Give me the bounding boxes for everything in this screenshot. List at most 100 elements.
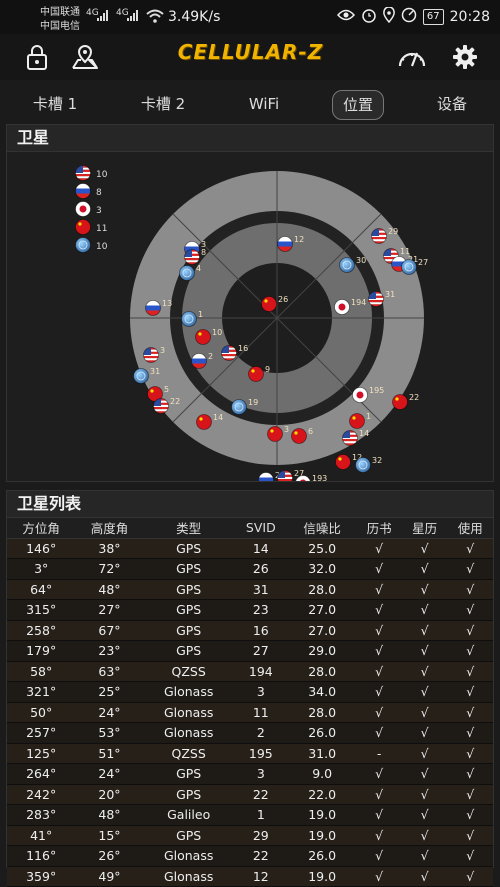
column-ephemeris: 星历 xyxy=(401,518,448,539)
legend-item-gps: 10 xyxy=(75,165,108,181)
russia-flag-icon xyxy=(277,236,293,252)
table-row[interactable]: 146° 38° GPS 14 25.0 √ √ √ xyxy=(7,538,493,559)
china-flag-icon xyxy=(261,296,277,312)
table-row[interactable]: 58° 63° QZSS 194 28.0 √ √ √ xyxy=(7,661,493,682)
satellite-svid-label: 195 xyxy=(369,386,384,395)
satellite-sky-panel: 卫星 10 8 3 11 10 29 194 31 12 26 30 11 21 27 3 8 4 13 1 10 2… xyxy=(6,124,494,491)
us-flag-icon xyxy=(75,165,91,181)
battery-indicator: 67 xyxy=(422,9,444,25)
cell-type: Glonass xyxy=(143,845,234,867)
satellite-svid-label: 9 xyxy=(265,365,270,374)
cell-ephemeris: √ xyxy=(401,866,448,887)
satellite-marker[interactable]: 2 xyxy=(258,471,281,488)
legend-count: 11 xyxy=(96,224,107,234)
us-flag-icon xyxy=(342,430,358,446)
tab-sim-slot-1[interactable]: 卡槽 1 xyxy=(28,90,82,118)
satellite-marker[interactable]: 32 xyxy=(355,456,383,473)
satellite-marker[interactable]: 22 xyxy=(392,393,420,410)
table-row[interactable]: 64° 48° GPS 31 28.0 √ √ √ xyxy=(7,579,493,600)
cell-svid: 11 xyxy=(233,702,288,723)
satellite-svid-label: 26 xyxy=(278,295,288,304)
cell-used: √ xyxy=(447,558,493,580)
table-row[interactable]: 50° 24° Glonass 11 28.0 √ √ √ xyxy=(7,702,493,723)
cell-azimuth: 242° xyxy=(7,784,76,805)
cell-snr: 28.0 xyxy=(287,702,357,723)
table-row[interactable]: 41° 15° GPS 29 19.0 √ √ √ xyxy=(7,825,493,846)
tab-sim-slot-2[interactable]: 卡槽 2 xyxy=(136,90,190,118)
tab-device[interactable]: 设备 xyxy=(432,90,472,118)
list-panel-title: 卫星列表 xyxy=(7,491,493,518)
table-row[interactable]: 258° 67° GPS 16 27.0 √ √ √ xyxy=(7,620,493,641)
cell-type: GPS xyxy=(143,763,234,785)
cell-elevation: 23° xyxy=(75,640,144,662)
china-flag-icon xyxy=(267,426,283,442)
cell-azimuth: 50° xyxy=(7,702,76,723)
cell-svid: 3 xyxy=(233,763,288,785)
lock-icon[interactable] xyxy=(22,42,52,72)
satellite-svid-label: 4 xyxy=(196,264,201,273)
cell-azimuth: 116° xyxy=(7,845,76,867)
cell-svid: 22 xyxy=(233,784,288,805)
table-row[interactable]: 3° 72° GPS 26 32.0 √ √ √ xyxy=(7,558,493,580)
table-row[interactable]: 125° 51° QZSS 195 31.0- √ √ xyxy=(7,743,493,764)
column-type: 类型 xyxy=(143,518,234,539)
table-row[interactable]: 283° 48° Galileo 1 19.0 √ √ √ xyxy=(7,804,493,826)
cell-elevation: 24° xyxy=(75,763,144,785)
signal-1-icon xyxy=(97,10,111,24)
table-row[interactable]: 359° 49° Glonass 12 19.0 √ √ √ xyxy=(7,866,493,887)
us-flag-icon xyxy=(184,249,200,265)
satellite-svid-label: 1 xyxy=(198,310,203,319)
table-row[interactable]: 116° 26° Glonass 22 26.0 √ √ √ xyxy=(7,845,493,867)
cell-almanac: √ xyxy=(356,681,402,703)
cell-used: √ xyxy=(447,784,493,805)
eu-flag-icon xyxy=(181,311,197,327)
table-row[interactable]: 315° 27° GPS 23 27.0 √ √ √ xyxy=(7,599,493,621)
cell-type: Glonass xyxy=(143,681,234,703)
table-row[interactable]: 257° 53° Glonass 2 26.0 √ √ √ xyxy=(7,722,493,744)
russia-flag-icon xyxy=(191,353,207,369)
china-flag-icon xyxy=(349,413,365,429)
cell-snr: 25.0 xyxy=(287,538,357,559)
cell-used: √ xyxy=(447,866,493,887)
cell-used: √ xyxy=(447,804,493,826)
legend-item-galileo: 10 xyxy=(75,237,108,253)
eu-flag-icon xyxy=(133,368,149,384)
cell-used: √ xyxy=(447,743,493,764)
table-row[interactable]: 321° 25° Glonass 3 34.0 √ √ √ xyxy=(7,681,493,703)
tab-wifi[interactable]: WiFi xyxy=(240,90,288,118)
cell-almanac: √ xyxy=(356,702,402,723)
cell-azimuth: 359° xyxy=(7,866,76,887)
table-row[interactable]: 264° 24° GPS 3 9.0 √ √ √ xyxy=(7,763,493,785)
cell-almanac: √ xyxy=(356,599,402,621)
eu-flag-icon xyxy=(401,259,417,275)
cell-elevation: 38° xyxy=(75,538,144,559)
cell-used: √ xyxy=(447,538,493,559)
map-location-icon[interactable] xyxy=(70,42,100,72)
legend-count: 10 xyxy=(96,170,108,180)
us-flag-icon xyxy=(371,228,387,244)
table-row[interactable]: 179° 23° GPS 27 29.0 √ √ √ xyxy=(7,640,493,662)
table-row[interactable]: 242° 20° GPS 22 22.0 √ √ √ xyxy=(7,784,493,805)
cell-ephemeris: √ xyxy=(401,722,448,744)
cell-used: √ xyxy=(447,702,493,723)
cell-azimuth: 258° xyxy=(7,620,76,641)
cell-almanac: - xyxy=(356,743,402,764)
settings-gear-icon[interactable] xyxy=(450,42,480,72)
satellite-svid-label: 3 xyxy=(284,425,289,434)
eu-flag-icon xyxy=(75,237,91,253)
cell-almanac: √ xyxy=(356,845,402,867)
legend-item-glonass: 8 xyxy=(75,183,102,199)
cell-ephemeris: √ xyxy=(401,763,448,785)
satellite-svid-label: 29 xyxy=(388,227,398,236)
satellite-svid-label: 10 xyxy=(212,328,222,337)
tab-location[interactable]: 位置 xyxy=(332,90,384,120)
speedometer-icon[interactable] xyxy=(396,42,426,72)
column-svid: SVID xyxy=(233,518,288,539)
cell-elevation: 48° xyxy=(75,579,144,600)
cell-snr: 28.0 xyxy=(287,661,357,682)
cell-snr: 31.0 xyxy=(287,743,357,764)
eu-flag-icon xyxy=(339,257,355,273)
app-bar: CELLULAR-Z xyxy=(0,34,500,80)
cell-used: √ xyxy=(447,620,493,641)
cell-elevation: 27° xyxy=(75,599,144,621)
